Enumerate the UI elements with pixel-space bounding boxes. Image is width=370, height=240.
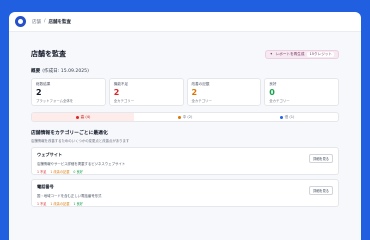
summary-card-good: 良好 0 全カテゴリー — [264, 78, 339, 106]
tab-high[interactable]: 高 (4) — [32, 113, 134, 121]
section-title: 店舗情報をカテゴリーごとに最適化 — [31, 131, 108, 136]
list-item-phone: 電話番号 国・地域コードを含む正しい電話番号形式 1 不足 1 改善の記載 1 … — [31, 179, 339, 207]
summary-card-improve: 改善の記載 2 全カテゴリー — [186, 78, 262, 106]
tag-missing: 1 不足 — [37, 202, 47, 206]
view-details-button[interactable]: 詳細を見る — [309, 186, 333, 195]
tag-improve: 1 改善の記載 — [50, 202, 70, 206]
app-logo-icon[interactable] — [15, 16, 26, 27]
section-subtitle: 店舗情報を改善するためのいくつかの変更点と改善点があります — [31, 139, 130, 143]
list-item-website: ウェブサイト 店舗情報やサービス詳細を掲載するビジネスウェブサイト 1 不足 1… — [31, 147, 339, 175]
priority-tabs: 高 (4) 中 (2) 低 (1) — [31, 112, 339, 122]
item-description: 店舗情報やサービス詳細を掲載するビジネスウェブサイト — [37, 162, 126, 166]
card-subtext: 全カテゴリー — [269, 99, 290, 103]
section-header: 店舗情報をカテゴリーごとに最適化 店舗情報を改善するためのいくつかの変更点と改善… — [31, 129, 339, 143]
view-details-button[interactable]: 詳細を見る — [309, 154, 333, 163]
item-name: ウェブサイト — [37, 152, 63, 157]
credit-badge: 15クレジット — [307, 51, 334, 57]
card-subtext: プラットフォーム全体を — [36, 99, 74, 103]
summary-card-total: 総数結果 2 プラットフォーム全体を — [31, 78, 106, 106]
tab-high-label: 高 (4) — [80, 114, 91, 119]
summary-cards: 総数結果 2 プラットフォーム全体を 機能不足 2 全カテゴリー 改善の記載 2… — [31, 78, 339, 106]
sparkle-icon: ✦ — [269, 52, 273, 56]
item-description: 国・地域コードを含む正しい電話番号形式 — [37, 194, 102, 198]
tab-low[interactable]: 低 (1) — [236, 113, 338, 121]
priority-dot-icon — [279, 115, 283, 119]
tab-low-label: 低 (1) — [284, 114, 295, 119]
breadcrumb: 店舗 / 店舗を監査 — [32, 19, 71, 25]
summary-heading: 概要 (作成日: 15.09.2025) — [31, 68, 339, 74]
summary-label: 概要 — [31, 69, 41, 74]
card-label: 改善の記載 — [191, 82, 210, 86]
card-subtext: 全カテゴリー — [113, 99, 135, 103]
tag-good: 0 良好 — [73, 170, 83, 174]
item-name: 電話番号 — [37, 184, 54, 189]
card-value: 2 — [113, 88, 120, 97]
top-bar: 店舗 / 店舗を監査 — [9, 12, 361, 32]
item-tags: 1 不足 1 改善の記載 1 良好 — [37, 201, 333, 206]
card-label: 総数結果 — [36, 82, 51, 86]
tag-improve: 1 改善の記載 — [50, 170, 70, 174]
card-label: 機能不足 — [113, 82, 129, 86]
card-value: 2 — [191, 88, 198, 97]
priority-dot-icon — [75, 115, 79, 119]
breadcrumb-current: 店舗を監査 — [48, 19, 72, 25]
item-tags: 1 不足 1 改善の記載 0 良好 — [37, 169, 333, 174]
tab-medium-label: 中 (2) — [182, 114, 193, 119]
card-value: 0 — [269, 88, 275, 97]
summary-created-date: (作成日: 15.09.2025) — [42, 69, 89, 74]
breadcrumb-root[interactable]: 店舗 — [32, 19, 41, 25]
card-value: 2 — [36, 88, 42, 97]
card-label: 良好 — [269, 82, 277, 86]
main-content: 店舗を監査 ✦ レポートを再生成 15クレジット 概要 (作成日: 15.09.… — [9, 32, 361, 240]
card-subtext: 全カテゴリー — [191, 99, 212, 103]
regenerate-report-button[interactable]: ✦ レポートを再生成 15クレジット — [264, 49, 339, 59]
breadcrumb-separator: / — [44, 19, 46, 24]
app-window: 店舗 / 店舗を監査 店舗を監査 ✦ レポートを再生成 15クレジット 概要 (… — [9, 12, 361, 240]
summary-card-missing: 機能不足 2 全カテゴリー — [108, 78, 184, 106]
page-title: 店舗を監査 — [31, 50, 66, 58]
priority-dot-icon — [177, 115, 181, 119]
tag-good: 1 良好 — [73, 202, 83, 206]
regenerate-report-label: レポートを再生成 — [275, 51, 305, 56]
tab-medium[interactable]: 中 (2) — [134, 113, 236, 121]
tag-missing: 1 不足 — [37, 170, 47, 174]
